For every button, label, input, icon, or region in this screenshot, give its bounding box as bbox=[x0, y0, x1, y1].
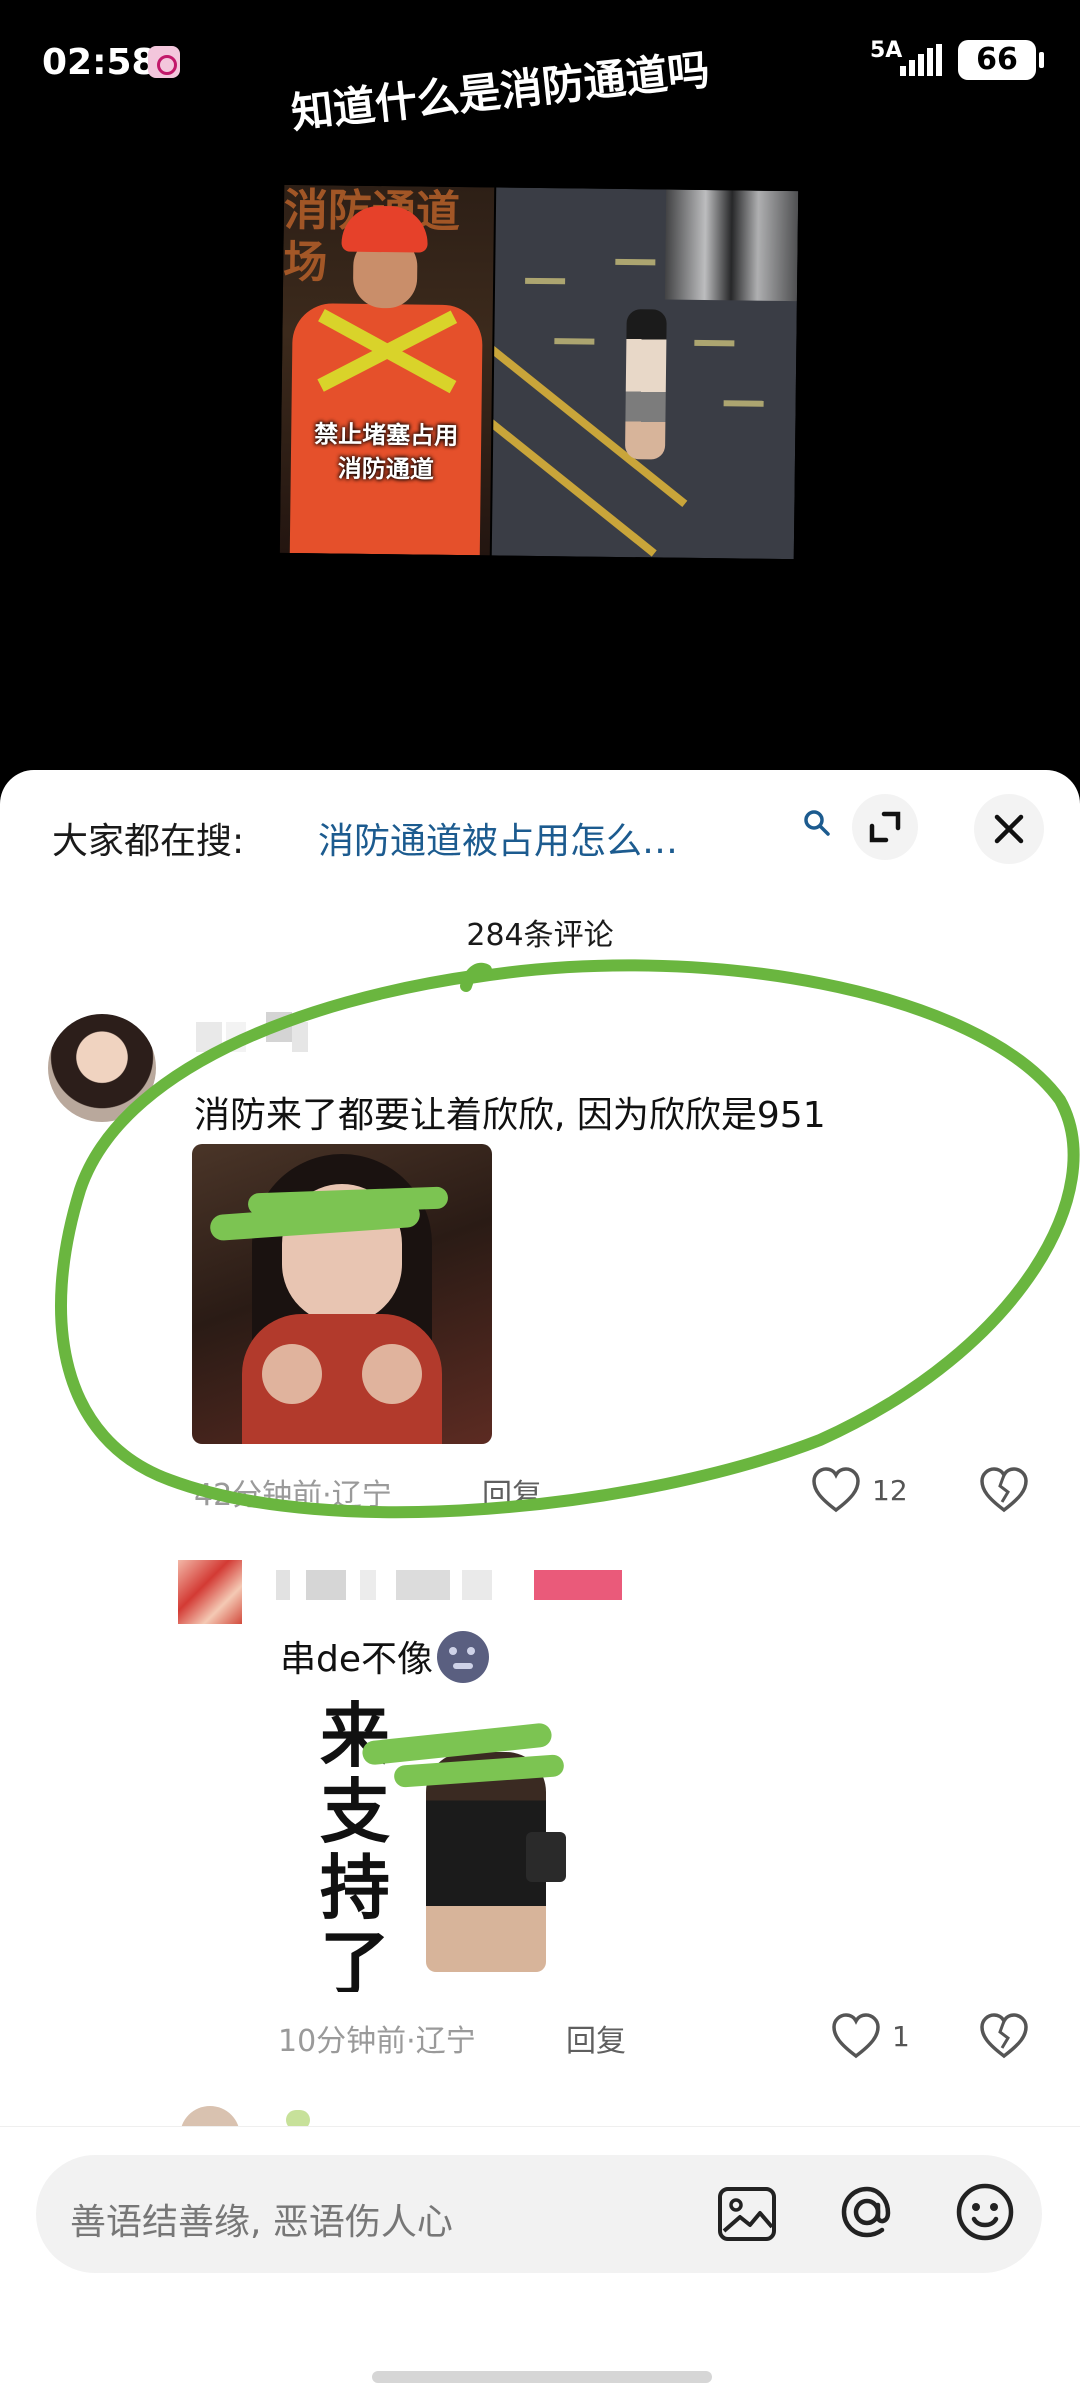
search-icon[interactable] bbox=[802, 808, 832, 838]
comment-count: 284条评论 bbox=[466, 918, 614, 953]
video-caption-line1: 禁止堵塞占用 bbox=[314, 420, 459, 451]
network-type: 5A bbox=[870, 38, 903, 63]
handbag-icon bbox=[526, 1832, 566, 1882]
comment-input-bar: 善语结善缘, 恶语伤人心 bbox=[0, 2126, 1080, 2406]
comment-image[interactable] bbox=[192, 1144, 492, 1444]
road-mark bbox=[525, 277, 566, 285]
reply-button[interactable]: 回复 bbox=[566, 2016, 626, 2060]
pixel-block bbox=[266, 1012, 292, 1042]
video-left-panel: 消防通道 场 通 禁止堵塞占用 消防通道 bbox=[279, 184, 495, 556]
sticker-image[interactable]: 来支持了 bbox=[276, 1692, 576, 1992]
new-moon-face-emoji-icon bbox=[437, 1631, 490, 1683]
pixel-block bbox=[534, 1570, 622, 1600]
search-prefix-label: 大家都在搜: bbox=[52, 821, 245, 862]
pixel-block bbox=[226, 1022, 246, 1052]
expand-icon bbox=[869, 811, 901, 843]
pixel-block bbox=[276, 1570, 290, 1600]
image-hand bbox=[262, 1344, 322, 1404]
pixel-block bbox=[306, 1570, 346, 1600]
heart-icon[interactable] bbox=[830, 2012, 882, 2060]
road-mark bbox=[694, 339, 735, 347]
comment-text-content: 串de不像 bbox=[280, 1639, 434, 1680]
close-button[interactable] bbox=[974, 794, 1044, 864]
search-suggestion-link[interactable]: 消防通道被占用怎么… bbox=[318, 812, 678, 864]
pedestrian-figure bbox=[624, 309, 667, 460]
comment-meta: 10分钟前·辽宁 bbox=[278, 2024, 476, 2059]
image-icon[interactable] bbox=[716, 2185, 778, 2243]
crowd-image bbox=[664, 189, 799, 302]
signal-icon bbox=[900, 44, 942, 76]
video-frame[interactable]: 消防通道 场 通 禁止堵塞占用 消防通道 bbox=[279, 184, 799, 560]
pixel-block bbox=[396, 1570, 450, 1600]
pixel-block bbox=[196, 1022, 222, 1052]
expand-button[interactable] bbox=[852, 794, 918, 860]
video-caption: 禁止堵塞占用 消防通道 bbox=[281, 417, 492, 488]
app-notification-icon bbox=[148, 46, 180, 78]
comment-meta: 42分钟前·辽宁 bbox=[194, 1478, 392, 1513]
avatar[interactable] bbox=[48, 1014, 156, 1122]
video-caption-line2: 消防通道 bbox=[337, 454, 434, 484]
comment-text: 消防来了都要让着欣欣, 因为欣欣是951 bbox=[194, 1095, 826, 1136]
video-right-panel bbox=[491, 187, 799, 560]
search-suggestion-row[interactable]: 大家都在搜: 消防通道被占用怎么… bbox=[0, 770, 1080, 900]
like-count: 12 bbox=[872, 1474, 908, 1507]
username-pixelated[interactable] bbox=[276, 1570, 622, 1600]
battery-icon: 66 bbox=[958, 40, 1044, 80]
heart-icon[interactable] bbox=[810, 1466, 862, 1514]
pixel-block bbox=[462, 1570, 492, 1600]
road-mark bbox=[723, 400, 764, 407]
avatar[interactable] bbox=[178, 1560, 242, 1624]
status-time: 02:58 bbox=[42, 42, 157, 83]
at-icon[interactable] bbox=[832, 2177, 902, 2247]
comment-input-placeholder: 善语结善缘, 恶语伤人心 bbox=[70, 2202, 453, 2243]
road-mark bbox=[615, 258, 656, 266]
image-hand bbox=[362, 1344, 422, 1404]
username-pixelated[interactable] bbox=[196, 1012, 316, 1052]
like-count: 1 bbox=[892, 2020, 910, 2053]
home-indicator[interactable] bbox=[372, 2371, 712, 2383]
comment-input[interactable]: 善语结善缘, 恶语伤人心 bbox=[36, 2155, 1042, 2273]
dislike-icon[interactable] bbox=[978, 1466, 1030, 1514]
emoji-icon[interactable] bbox=[950, 2177, 1020, 2247]
road-mark bbox=[554, 338, 595, 345]
dislike-icon[interactable] bbox=[978, 2012, 1030, 2060]
close-icon bbox=[994, 814, 1024, 844]
pixel-block bbox=[360, 1570, 376, 1600]
pixel-block bbox=[292, 1022, 308, 1052]
comment-text: 串de不像 bbox=[280, 1630, 490, 1687]
reply-button[interactable]: 回复 bbox=[482, 1470, 542, 1514]
